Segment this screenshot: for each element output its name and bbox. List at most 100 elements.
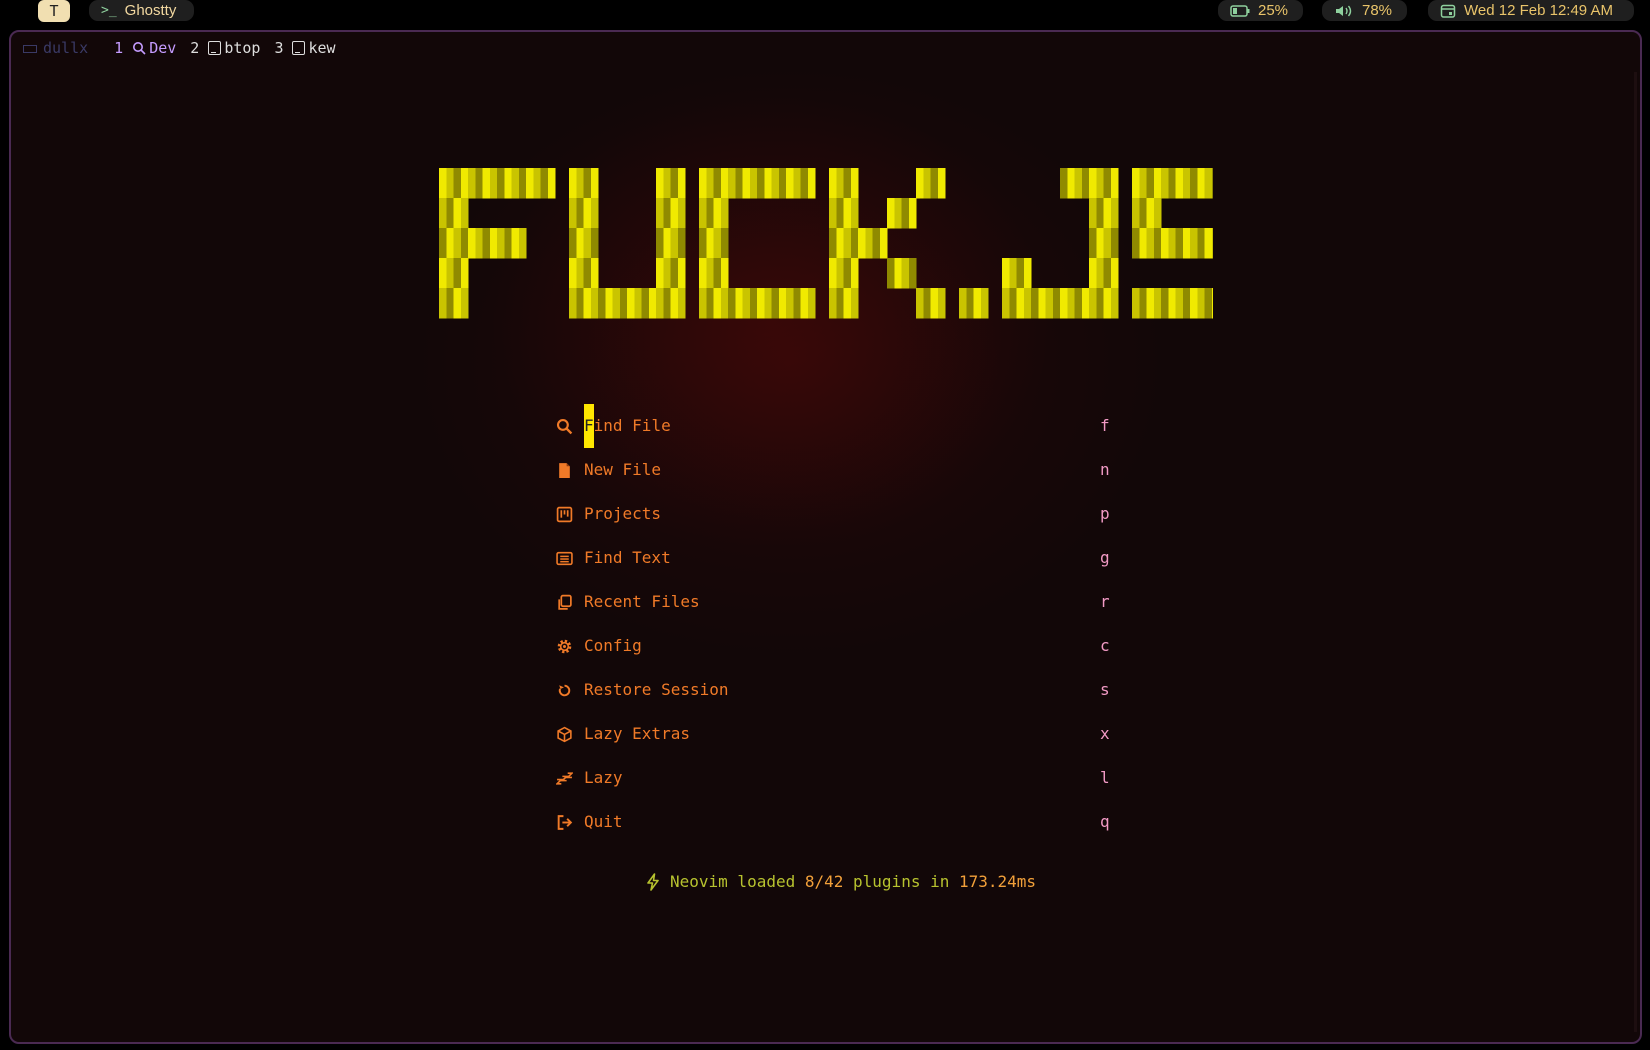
logo-block xyxy=(1161,228,1169,259)
startup-text: Neovim loaded 8/42 plugins in 173.24ms xyxy=(670,872,1036,891)
logo-block xyxy=(576,168,584,199)
menu-item-find-file[interactable]: Find File f xyxy=(556,404,1116,448)
logo-block xyxy=(1103,168,1112,199)
terminal-window[interactable]: dullx 1 Dev 2 btop 3 kew Find File f New… xyxy=(9,30,1642,1044)
logo-block xyxy=(720,288,729,319)
dashboard-menu: Find File f New File n Projects p Find T… xyxy=(556,404,1116,844)
logo-block xyxy=(656,228,664,259)
logo-block xyxy=(1168,168,1176,199)
tmux-tab-dev[interactable]: 1 Dev xyxy=(114,39,176,57)
tmux-tab-kew[interactable]: 3 kew xyxy=(274,39,335,57)
logo-block xyxy=(1096,198,1104,229)
logo-block xyxy=(1096,288,1104,319)
logo-block xyxy=(1139,198,1147,229)
logo-block xyxy=(713,198,722,229)
logo-block xyxy=(901,198,910,229)
battery-status[interactable]: 25% xyxy=(1218,0,1303,21)
logo-block xyxy=(901,258,910,289)
logo-block xyxy=(453,288,462,319)
logo-block xyxy=(504,168,512,199)
logo-block xyxy=(677,168,686,199)
logo-block xyxy=(829,258,837,289)
logo-block xyxy=(518,168,527,199)
logo-block xyxy=(511,168,520,199)
logo-block xyxy=(850,258,859,289)
battery-percent: 25% xyxy=(1258,2,1289,19)
exit-icon xyxy=(556,800,584,844)
logo-block xyxy=(1168,288,1176,319)
logo-block xyxy=(504,228,512,259)
volume-status[interactable]: 78% xyxy=(1322,0,1407,21)
logo-block xyxy=(850,228,859,259)
menu-item-quit[interactable]: Quit q xyxy=(556,800,1116,844)
tmux-tab-btop[interactable]: 2 btop xyxy=(190,39,260,57)
workspace-app-badge[interactable]: T xyxy=(38,0,70,22)
menu-item-new-file[interactable]: New File n xyxy=(556,448,1116,492)
logo-block xyxy=(460,168,469,199)
logo-block xyxy=(1153,168,1162,199)
logo-block xyxy=(1110,168,1119,199)
kanban-icon xyxy=(556,492,584,536)
logo-block xyxy=(1190,228,1198,259)
system-top-bar: T >_ Ghostty 25% 78% Wed 12 Feb 12:49 AM xyxy=(0,0,1650,22)
logo-block xyxy=(720,168,729,199)
logo-block xyxy=(1009,288,1017,319)
logo-block xyxy=(1074,168,1083,199)
menu-item-projects[interactable]: Projects p xyxy=(556,492,1116,536)
logo-block xyxy=(786,288,794,319)
volume-percent: 78% xyxy=(1362,2,1393,19)
logo-block xyxy=(540,168,549,199)
scrollbar[interactable] xyxy=(1634,72,1637,1032)
clock-status[interactable]: Wed 12 Feb 12:49 AM xyxy=(1428,0,1634,21)
logo-block xyxy=(439,228,447,259)
logo-block xyxy=(1038,288,1046,319)
menu-item-lazy-extras[interactable]: Lazy Extras x xyxy=(556,712,1116,756)
logo-block xyxy=(576,258,584,289)
logo-block xyxy=(843,258,852,289)
menu-shortcut-key: s xyxy=(1100,680,1110,699)
menu-shortcut-key: p xyxy=(1100,504,1110,523)
logo-block xyxy=(1023,258,1032,289)
logo-block xyxy=(1139,288,1147,319)
logo-block xyxy=(807,288,816,319)
logo-block xyxy=(1146,228,1155,259)
logo-block xyxy=(1190,168,1198,199)
logo-block xyxy=(930,168,939,199)
logo-block xyxy=(648,288,657,319)
logo-block xyxy=(656,198,664,229)
logo-block xyxy=(1175,168,1184,199)
logo-block xyxy=(468,168,476,199)
tab-number: 1 xyxy=(114,39,124,57)
logo-block xyxy=(843,168,852,199)
logo-block xyxy=(677,258,686,289)
cube-icon xyxy=(556,712,584,756)
menu-item-label: ind File xyxy=(593,416,671,435)
logo-block xyxy=(468,228,476,259)
logo-block xyxy=(1045,288,1054,319)
logo-block xyxy=(1110,228,1119,259)
active-app-indicator[interactable]: >_ Ghostty xyxy=(89,0,194,21)
startup-time: 173.24ms xyxy=(958,872,1037,891)
menu-item-recent-files[interactable]: Recent Files r xyxy=(556,580,1116,624)
menu-item-find-text[interactable]: Find Text g xyxy=(556,536,1116,580)
logo-block xyxy=(605,288,613,319)
logo-block xyxy=(908,258,917,289)
menu-item-lazy[interactable]: Lazy l xyxy=(556,756,1116,800)
menu-item-config[interactable]: Config c xyxy=(556,624,1116,668)
logo-block xyxy=(439,168,447,199)
tmux-session[interactable]: dullx xyxy=(23,39,88,57)
logo-block xyxy=(526,168,534,199)
logo-block xyxy=(1153,198,1162,229)
logo-block xyxy=(894,258,902,289)
logo-block xyxy=(497,168,505,199)
logo-block xyxy=(699,258,707,289)
logo-block xyxy=(1197,228,1205,259)
logo-block xyxy=(1096,228,1104,259)
logo-block xyxy=(764,168,772,199)
menu-item-restore-session[interactable]: Restore Session s xyxy=(556,668,1116,712)
tab-label: btop xyxy=(224,39,261,57)
logo-block xyxy=(446,288,454,319)
logo-block xyxy=(850,198,859,229)
logo-block xyxy=(771,168,780,199)
menu-shortcut-key: l xyxy=(1100,768,1110,787)
